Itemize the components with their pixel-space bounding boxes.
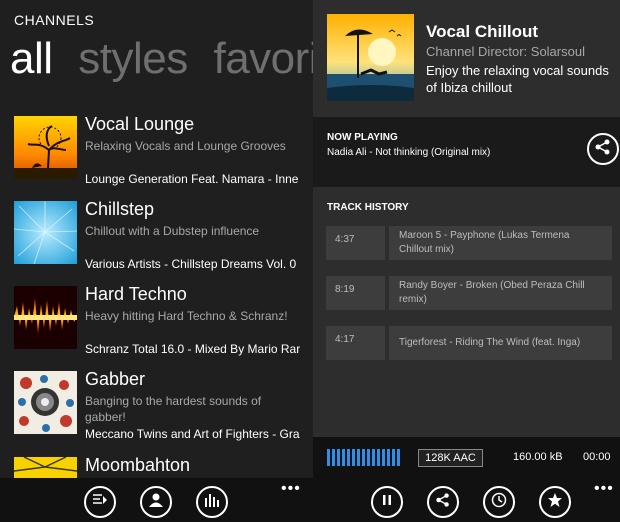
pivot-favorites[interactable]: favori	[213, 34, 313, 83]
gabber-cover	[14, 371, 77, 434]
history-track-title: Randy Boyer - Broken (Obed Peraza Chill …	[389, 276, 612, 310]
channel-current-track: Meccano Twins and Art of Fighters - Gra	[85, 427, 300, 441]
share-button[interactable]	[427, 486, 459, 518]
sleep-timer-icon	[490, 491, 508, 514]
history-duration: 4:37	[326, 226, 385, 260]
buffer-segment	[367, 449, 370, 466]
channels-list-button[interactable]	[84, 486, 116, 518]
equalizer-icon	[203, 492, 221, 513]
now-playing-track: Nadia Ali - Not thinking (Original mix)	[327, 147, 491, 158]
share-icon	[435, 492, 451, 513]
channel-name: Gabber	[85, 369, 146, 389]
channel-item-chillstep[interactable]: Chillstep Chillout with a Dubstep influe…	[14, 199, 313, 281]
more-options-button[interactable]: •••	[281, 480, 301, 498]
channel-current-track: Various Artists - Chillstep Dreams Vol. …	[85, 257, 297, 271]
history-duration: 8:19	[326, 276, 385, 310]
app-bar-right: •••	[313, 478, 620, 522]
share-track-button[interactable]	[587, 133, 619, 165]
playback-status-bar: 128K AAC 160.00 kB 00:00	[313, 437, 620, 478]
pivot-header: all styles favori	[10, 34, 313, 84]
favorite-star-icon	[546, 491, 564, 514]
channel-item-hard-techno[interactable]: Hard Techno Heavy hitting Hard Techno & …	[14, 284, 313, 366]
downloaded-size: 160.00 kB	[513, 451, 563, 463]
pause-icon	[379, 492, 395, 513]
history-item[interactable]: 4:17 Tigerforest - Riding The Wind (feat…	[326, 326, 612, 360]
buffer-segment	[362, 449, 365, 466]
history-item[interactable]: 4:37 Maroon 5 - Payphone (Lukas Termena …	[326, 226, 612, 260]
buffer-segment	[357, 449, 360, 466]
app-bar-left: •••	[0, 478, 313, 522]
app-title: CHANNELS	[14, 12, 95, 28]
buffer-segment	[382, 449, 385, 466]
buffer-segment	[387, 449, 390, 466]
channel-name: Hard Techno	[85, 284, 187, 304]
now-playing-section: NOW PLAYING Nadia Ali - Not thinking (Or…	[313, 117, 620, 187]
account-button[interactable]	[140, 486, 172, 518]
buffer-segment	[347, 449, 350, 466]
more-options-button[interactable]: •••	[594, 480, 614, 498]
channel-item-vocal-lounge[interactable]: Vocal Lounge Relaxing Vocals and Lounge …	[14, 114, 313, 196]
track-history-label: TRACK HISTORY	[327, 202, 409, 213]
equalizer-button[interactable]	[196, 486, 228, 518]
channel-description: Banging to the hardest sounds of gabber!	[85, 394, 262, 424]
channel-item-gabber[interactable]: Gabber Banging to the hardest sounds of …	[14, 369, 313, 451]
buffer-segment	[327, 449, 330, 466]
channel-name: Vocal Lounge	[85, 114, 195, 134]
channel-current-track: Schranz Total 16.0 - Mixed By Mario Rar	[85, 342, 300, 356]
now-playing-pane: Vocal Chillout Channel Director: Solarso…	[313, 0, 620, 522]
buffer-segment	[392, 449, 395, 466]
buffer-segment	[372, 449, 375, 466]
channel-description: Enjoy the relaxing vocal sounds of Ibiza…	[426, 63, 609, 95]
hard-techno-cover	[14, 286, 77, 349]
channel-name: Chillstep	[85, 199, 155, 219]
channels-list-icon	[91, 492, 109, 513]
buffer-segment	[397, 449, 400, 466]
channel-cover-art	[327, 14, 414, 101]
channel-name: Moombahton	[85, 455, 191, 475]
vocal-lounge-cover	[14, 116, 77, 179]
buffer-segment	[352, 449, 355, 466]
bitrate-badge: 128K AAC	[418, 449, 483, 467]
channel-description: Relaxing Vocals and Lounge Grooves	[85, 139, 286, 153]
now-playing-label: NOW PLAYING	[327, 132, 398, 143]
elapsed-time: 00:00	[583, 451, 611, 463]
channel-description: Heavy hitting Hard Techno & Schranz!	[85, 309, 288, 323]
channels-pane: CHANNELS all styles favori Vocal Lounge …	[0, 0, 313, 522]
share-icon	[594, 138, 612, 161]
channel-title: Vocal Chillout	[426, 22, 539, 41]
sleep-timer-button[interactable]	[483, 486, 515, 518]
history-track-title: Maroon 5 - Payphone (Lukas Termena Chill…	[389, 226, 612, 260]
channel-description: Chillout with a Dubstep influence	[85, 224, 260, 238]
buffer-segment	[377, 449, 380, 466]
buffer-segment	[342, 449, 345, 466]
user-icon	[147, 491, 165, 514]
pause-button[interactable]	[371, 486, 403, 518]
buffer-level-indicator	[327, 449, 404, 466]
channel-director: Channel Director: Solarsoul	[426, 44, 585, 59]
favorite-button[interactable]	[539, 486, 571, 518]
chillstep-cover	[14, 201, 77, 264]
buffer-segment	[332, 449, 335, 466]
pivot-all[interactable]: all	[10, 34, 53, 83]
buffer-segment	[337, 449, 340, 466]
history-track-title: Tigerforest - Riding The Wind (feat. Ing…	[389, 326, 612, 360]
pivot-styles[interactable]: styles	[78, 34, 188, 83]
channel-current-track: Lounge Generation Feat. Namara - Inne	[85, 172, 299, 186]
history-item[interactable]: 8:19 Randy Boyer - Broken (Obed Peraza C…	[326, 276, 612, 310]
history-duration: 4:17	[326, 326, 385, 360]
